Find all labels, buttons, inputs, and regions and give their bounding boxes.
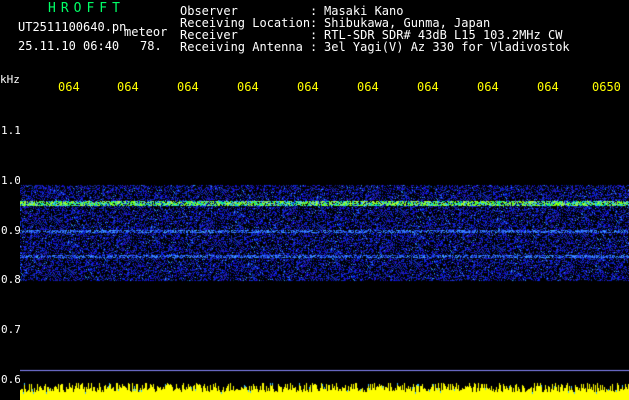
datetime: 25.11.10 06:40 <box>18 39 120 53</box>
info-receiving-antenna: Receiving Antenna:3el Yagi(V) Az 330 for… <box>180 40 570 54</box>
info-label: Receiving Antenna <box>180 40 303 54</box>
frequency-tick: 1.1 <box>1 124 21 137</box>
time-tick: 0650 <box>592 80 621 94</box>
frequency-unit-label: kHz <box>0 73 20 86</box>
time-tick: 064 <box>537 80 559 94</box>
frequency-tick: 0.9 <box>1 224 21 237</box>
frequency-tick: 0.6 <box>1 373 21 386</box>
spectrogram-waterfall <box>20 97 629 400</box>
time-tick: 064 <box>177 80 199 94</box>
mode-label: meteor <box>124 25 168 39</box>
time-tick: 064 <box>117 80 139 94</box>
info-separator: : <box>310 40 318 54</box>
app-title: HROFFT <box>48 1 125 16</box>
time-tick: 064 <box>297 80 319 94</box>
frequency-tick: 0.8 <box>1 273 21 286</box>
info-value: 3el Yagi(V) Az 330 for Vladivostok <box>324 40 570 54</box>
time-tick: 064 <box>58 80 80 94</box>
file-name: UT2511100640.pn <box>18 20 127 34</box>
time-tick: 064 <box>237 80 259 94</box>
time-tick: 064 <box>417 80 439 94</box>
frequency-tick: 1.0 <box>1 174 21 187</box>
detection-count: 78. <box>140 39 162 53</box>
frequency-tick: 0.7 <box>1 323 21 336</box>
time-tick: 064 <box>477 80 499 94</box>
time-tick: 064 <box>357 80 379 94</box>
